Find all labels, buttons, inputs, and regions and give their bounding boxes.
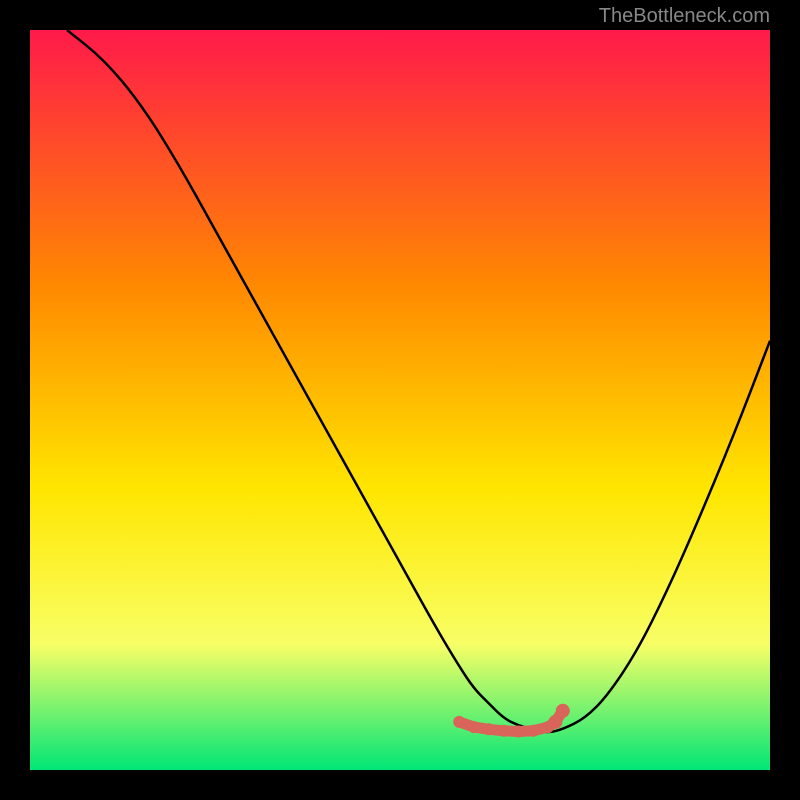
- optimal-marker: [512, 726, 524, 738]
- attribution-text: TheBottleneck.com: [599, 5, 770, 28]
- plot-area: [30, 30, 770, 770]
- optimal-marker: [498, 725, 510, 737]
- chart-svg: [30, 30, 770, 770]
- optimal-marker: [483, 723, 495, 735]
- optimal-marker: [453, 716, 465, 728]
- chart-frame: TheBottleneck.com: [0, 0, 800, 800]
- optimal-marker: [556, 704, 570, 718]
- optimal-marker: [527, 725, 539, 737]
- gradient-background: [30, 30, 770, 770]
- optimal-marker: [468, 721, 480, 733]
